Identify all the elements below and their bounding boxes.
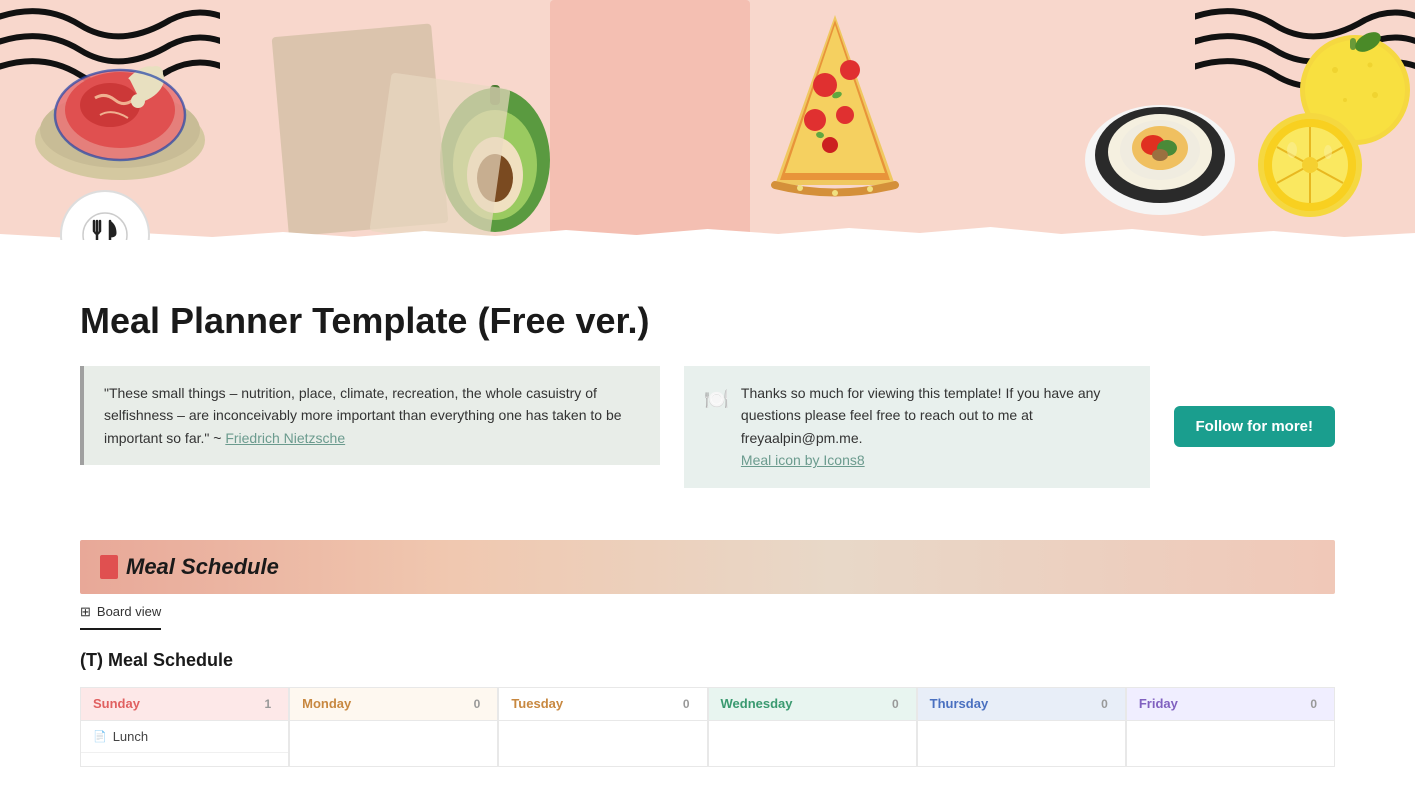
app-logo: [60, 190, 150, 240]
day-label-monday: Monday: [302, 696, 351, 711]
quote-text: "These small things – nutrition, place, …: [104, 385, 622, 446]
page-title: Meal Planner Template (Free ver.): [80, 300, 1335, 342]
meal-schedule-header: Meal Schedule: [80, 540, 1335, 594]
info-card-text: Thanks so much for viewing this template…: [741, 382, 1130, 472]
column-header-wednesday: Wednesday 0: [709, 688, 916, 721]
info-fork-icon: 🍽️: [704, 384, 729, 416]
quote-author-link[interactable]: Friedrich Nietzsche: [225, 430, 345, 446]
meal-schedule-title: Meal Schedule: [100, 554, 1315, 580]
count-badge-thursday: 0: [1096, 696, 1113, 712]
utensils-icon: [81, 211, 129, 240]
column-header-thursday: Thursday 0: [918, 688, 1125, 721]
info-card: 🍽️ Thanks so much for viewing this templ…: [684, 366, 1150, 488]
board-view-tab[interactable]: ⊞ Board view: [80, 594, 161, 630]
day-label-friday: Friday: [1139, 696, 1178, 711]
red-tag-decoration: [100, 555, 118, 579]
board-view-label: Board view: [97, 604, 161, 619]
board-column-monday: Monday 0: [289, 687, 498, 767]
board-column-tuesday: Tuesday 0: [498, 687, 707, 767]
day-label-wednesday: Wednesday: [721, 696, 793, 711]
info-row: "These small things – nutrition, place, …: [80, 366, 1335, 488]
meal-card-name: Lunch: [113, 729, 148, 744]
board-column-thursday: Thursday 0: [917, 687, 1126, 767]
day-label-thursday: Thursday: [930, 696, 989, 711]
icons8-link[interactable]: Meal icon by Icons8: [741, 452, 865, 468]
board-column-wednesday: Wednesday 0: [708, 687, 917, 767]
board-column-sunday: Sunday 1 📄 Lunch: [80, 687, 289, 767]
count-badge-wednesday: 0: [887, 696, 904, 712]
day-label-sunday: Sunday: [93, 696, 140, 711]
column-header-friday: Friday 0: [1127, 688, 1334, 721]
header-banner: [0, 0, 1415, 240]
count-badge-sunday: 1: [259, 696, 276, 712]
meal-schedule-subtitle: (T) Meal Schedule: [80, 650, 1335, 671]
steak-icon: [20, 10, 220, 190]
meal-schedule-title-text: Meal Schedule: [126, 554, 279, 580]
count-badge-monday: 0: [469, 696, 486, 712]
follow-button[interactable]: Follow for more!: [1174, 406, 1336, 447]
main-content: Meal Planner Template (Free ver.) "These…: [0, 240, 1415, 540]
bg-shape-3: [550, 0, 750, 240]
pizza-icon: [755, 5, 915, 205]
day-label-tuesday: Tuesday: [511, 696, 563, 711]
column-header-tuesday: Tuesday 0: [499, 688, 706, 721]
column-header-monday: Monday 0: [290, 688, 497, 721]
board-columns: Sunday1📄LunchMonday0Tuesday0Wednesday0Th…: [80, 687, 1335, 767]
board-column-friday: Friday 0: [1126, 687, 1335, 767]
bg-shape-2: [369, 72, 510, 240]
meal-card[interactable]: 📄 Lunch: [81, 721, 288, 753]
info-text: Thanks so much for viewing this template…: [741, 385, 1101, 446]
board-view-icon: ⊞: [80, 604, 91, 620]
quote-card: "These small things – nutrition, place, …: [80, 366, 660, 465]
count-badge-friday: 0: [1305, 696, 1322, 712]
meal-card-icon: 📄: [93, 730, 107, 743]
column-header-sunday: Sunday 1: [81, 688, 288, 721]
lemon-icon: [1220, 20, 1410, 240]
count-badge-tuesday: 0: [678, 696, 695, 712]
schedule-section: Meal Schedule ⊞ Board view (T) Meal Sche…: [0, 540, 1415, 807]
